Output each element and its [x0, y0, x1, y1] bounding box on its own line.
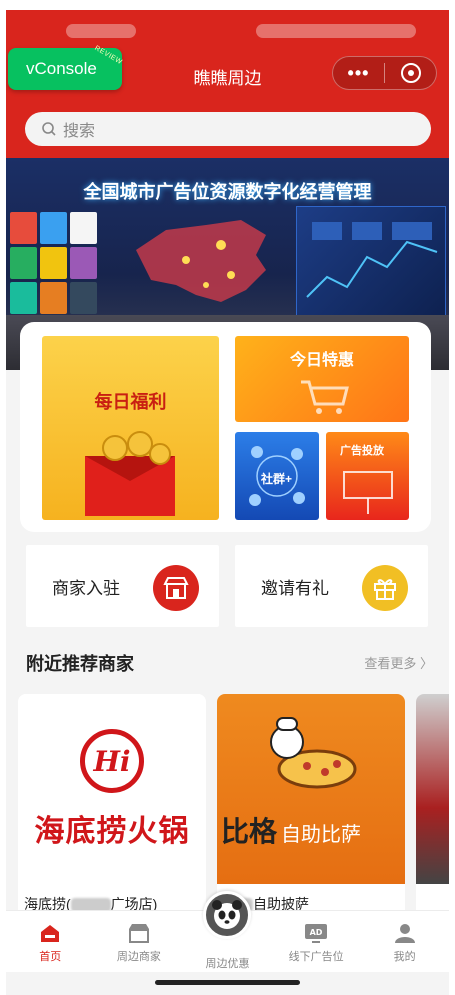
tab-profile[interactable]: 我的 [360, 911, 449, 972]
promo-card: 每日福利 今日特惠 社群+ 广告投放 [20, 322, 431, 532]
shopping-cart-icon [301, 380, 349, 414]
header: vConsole REVIEW 瞧瞧周边 ••• 搜索 [6, 10, 449, 158]
tab-label: 我的 [393, 951, 416, 963]
china-map-graphic [136, 220, 266, 302]
merchant-join-label: 商家入驻 [52, 578, 120, 598]
invite-reward-card[interactable]: 邀请有礼 [235, 545, 428, 627]
tab-offline-ads[interactable]: AD 线下广告位 [272, 911, 361, 972]
merchant-join-card[interactable]: 商家入驻 [26, 545, 219, 627]
haidilao-logo: Hi [80, 729, 144, 793]
search-placeholder: 搜索 [63, 123, 96, 140]
community-tile[interactable]: 社群+ [235, 432, 319, 520]
banner-video-wall [6, 208, 101, 318]
vconsole-tag: REVIEW [93, 44, 124, 67]
daily-welfare-label: 每日福利 [94, 392, 167, 412]
nearby-section-title: 附近推荐商家 [26, 654, 134, 674]
panda-icon [203, 891, 252, 939]
view-more-label: 查看更多 [364, 656, 417, 671]
merchant-image [416, 694, 449, 884]
merchant-image: Hi 海底捞火锅 [18, 694, 206, 884]
merchant-card[interactable]: Hi 海底捞火锅 海底捞(广场店) [18, 694, 206, 924]
merchant-sign-text: 海底捞火锅 [34, 815, 190, 848]
ad-icon: AD [305, 924, 328, 943]
status-bar-blurred [256, 24, 416, 38]
today-special-tile[interactable]: 今日特惠 [235, 336, 409, 422]
search-icon [42, 122, 56, 136]
chevron-right-icon: 〉 [419, 656, 433, 671]
ad-placement-label: 广告投放 [340, 445, 384, 457]
chef-pizza-icon [270, 717, 357, 789]
miniprogram-capsule: ••• [332, 56, 437, 90]
red-envelope-icon [85, 431, 175, 516]
svg-text:AD: AD [310, 928, 323, 937]
banner-dashboard [296, 206, 446, 316]
invite-reward-label: 邀请有礼 [261, 578, 329, 598]
merchant-card[interactable]: 比格 自助比萨 自助披萨 [217, 694, 405, 924]
tab-label: 首页 [39, 951, 62, 963]
user-icon [394, 924, 415, 943]
people-network-icon [249, 446, 305, 506]
today-special-label: 今日特惠 [289, 352, 354, 369]
home-icon [41, 925, 60, 942]
billboard-icon [343, 471, 393, 514]
daily-welfare-tile[interactable]: 每日福利 [42, 336, 219, 520]
store-icon [128, 924, 149, 943]
merchant-image: 比格 自助比萨 [217, 694, 405, 884]
store-icon [153, 565, 199, 611]
bottom-tab-bar: 首页 周边商家 周边优惠 AD 线下广告位 我的 [6, 891, 449, 972]
close-icon [400, 63, 421, 83]
banner-headline: 全国城市广告位资源数字化经营管理 [83, 182, 372, 202]
home-indicator [155, 980, 300, 985]
tab-home[interactable]: 首页 [6, 911, 95, 972]
status-bar-blurred [66, 24, 136, 38]
app-frame: vConsole REVIEW 瞧瞧周边 ••• 搜索 全国城市广告位资源数字化… [6, 10, 449, 995]
tab-label: 周边优惠 [205, 958, 250, 970]
tab-nearby-merchants[interactable]: 周边商家 [95, 911, 184, 972]
gift-icon [362, 565, 408, 611]
close-button[interactable] [385, 63, 436, 83]
tab-label: 线下广告位 [288, 951, 344, 963]
tab-nearby-deals[interactable]: 周边优惠 [183, 891, 272, 972]
merchant-sign-text: 比格 自助比萨 [221, 816, 362, 847]
ad-placement-tile[interactable]: 广告投放 [326, 432, 409, 520]
view-more-link[interactable]: 查看更多 〉 [364, 653, 433, 672]
tab-label: 周边商家 [116, 951, 161, 963]
merchant-card-partial[interactable] [416, 694, 449, 924]
more-button[interactable]: ••• [333, 63, 384, 84]
search-input[interactable]: 搜索 [25, 112, 431, 146]
